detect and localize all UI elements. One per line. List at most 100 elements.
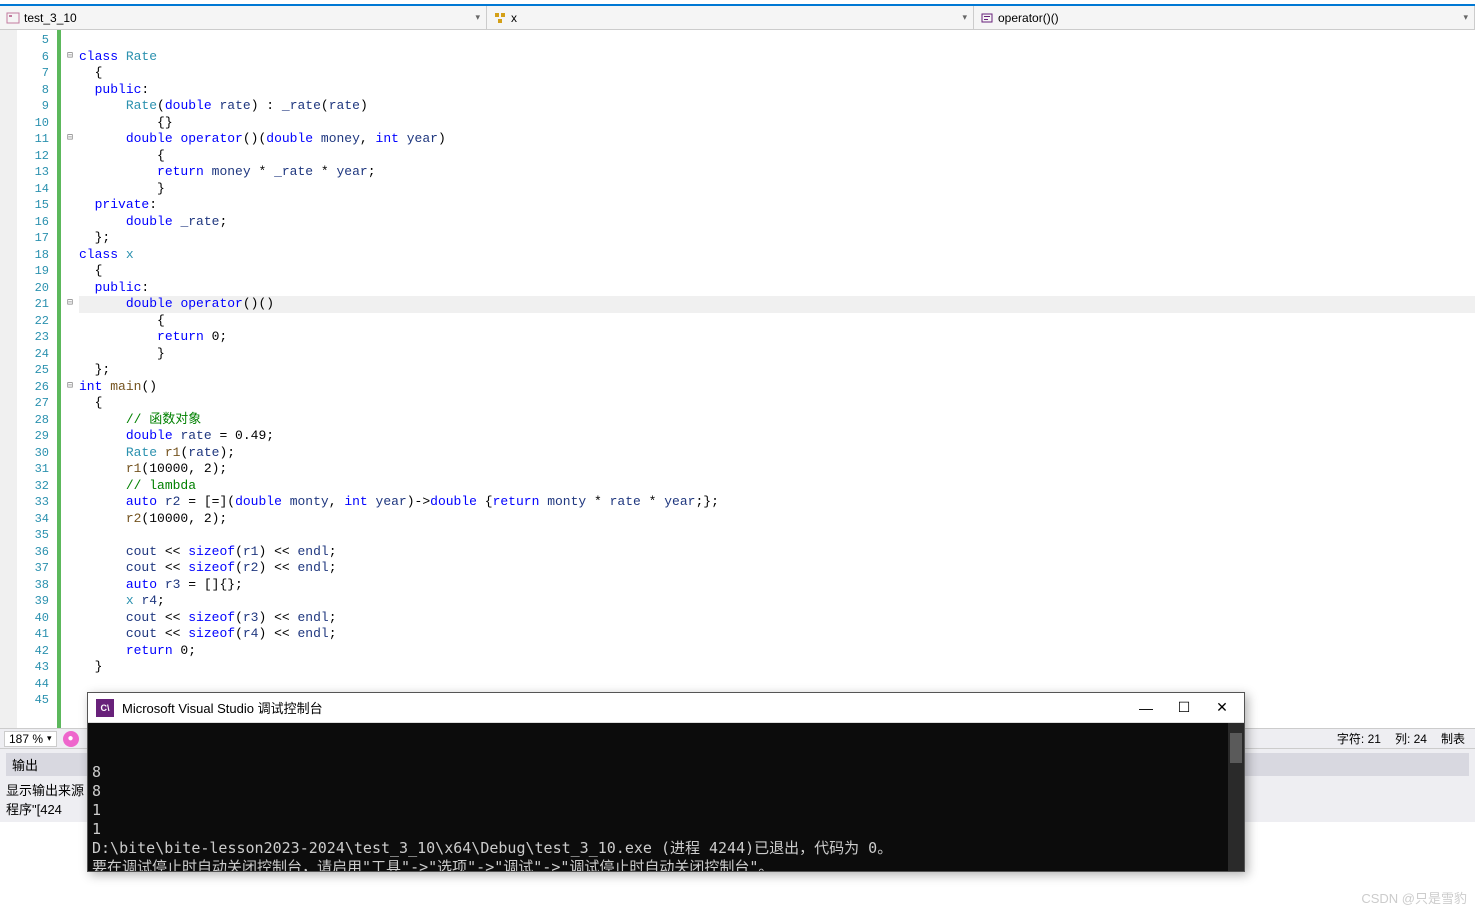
fold-toggle[interactable]: ⊟ bbox=[61, 296, 79, 313]
fold-toggle bbox=[61, 362, 79, 379]
project-icon bbox=[6, 11, 20, 25]
line-number: 35 bbox=[17, 527, 57, 544]
navigation-bar: test_3_10 ▾ x ▾ operator()() ▾ bbox=[0, 6, 1475, 30]
line-number: 23 bbox=[17, 329, 57, 346]
line-number: 32 bbox=[17, 478, 57, 495]
chevron-down-icon: ▾ bbox=[962, 12, 967, 23]
code-line[interactable] bbox=[79, 676, 1475, 693]
code-line[interactable]: }; bbox=[79, 362, 1475, 379]
zoom-selector[interactable]: 187 % ▾ bbox=[4, 731, 57, 747]
fold-toggle bbox=[61, 346, 79, 363]
debug-console-window: C\ Microsoft Visual Studio 调试控制台 — ☐ ✕ 8… bbox=[87, 692, 1245, 872]
console-scrollbar[interactable] bbox=[1228, 723, 1244, 871]
fold-toggle bbox=[61, 544, 79, 561]
code-line[interactable]: { bbox=[79, 263, 1475, 280]
code-line[interactable]: Rate r1(rate); bbox=[79, 445, 1475, 462]
maximize-button[interactable]: ☐ bbox=[1176, 700, 1192, 716]
method-selector[interactable]: operator()() ▾ bbox=[974, 6, 1475, 29]
line-number: 14 bbox=[17, 181, 57, 198]
line-number: 36 bbox=[17, 544, 57, 561]
issues-icon[interactable]: ● bbox=[63, 731, 79, 747]
code-line[interactable]: double operator()() bbox=[79, 296, 1475, 313]
code-line[interactable]: cout << sizeof(r1) << endl; bbox=[79, 544, 1475, 561]
console-titlebar[interactable]: C\ Microsoft Visual Studio 调试控制台 — ☐ ✕ bbox=[88, 693, 1244, 723]
console-line: 8 bbox=[92, 782, 1240, 801]
vs-icon: C\ bbox=[96, 699, 114, 717]
console-line: 1 bbox=[92, 820, 1240, 839]
fold-toggle bbox=[61, 197, 79, 214]
scrollbar-thumb[interactable] bbox=[1230, 733, 1242, 763]
line-number: 41 bbox=[17, 626, 57, 643]
line-number: 8 bbox=[17, 82, 57, 99]
fold-toggle bbox=[61, 494, 79, 511]
code-line[interactable]: } bbox=[79, 181, 1475, 198]
code-line[interactable]: { bbox=[79, 65, 1475, 82]
watermark: CSDN @只是雪豹 bbox=[1361, 888, 1467, 907]
code-line[interactable]: r1(10000, 2); bbox=[79, 461, 1475, 478]
fold-toggle bbox=[61, 461, 79, 478]
line-number: 6 bbox=[17, 49, 57, 66]
code-line[interactable]: private: bbox=[79, 197, 1475, 214]
line-number: 37 bbox=[17, 560, 57, 577]
code-line[interactable]: } bbox=[79, 346, 1475, 363]
code-line[interactable]: r2(10000, 2); bbox=[79, 511, 1475, 528]
code-line[interactable]: // 函数对象 bbox=[79, 412, 1475, 429]
code-line[interactable]: int main() bbox=[79, 379, 1475, 396]
code-line[interactable]: } bbox=[79, 659, 1475, 676]
code-line[interactable]: Rate(double rate) : _rate(rate) bbox=[79, 98, 1475, 115]
code-line[interactable]: public: bbox=[79, 280, 1475, 297]
fold-toggle bbox=[61, 395, 79, 412]
code-line[interactable]: return money * _rate * year; bbox=[79, 164, 1475, 181]
line-number: 26 bbox=[17, 379, 57, 396]
fold-toggle[interactable]: ⊟ bbox=[61, 49, 79, 66]
code-line[interactable]: double _rate; bbox=[79, 214, 1475, 231]
code-line[interactable]: class Rate bbox=[79, 49, 1475, 66]
code-line[interactable]: cout << sizeof(r4) << endl; bbox=[79, 626, 1475, 643]
line-number: 24 bbox=[17, 346, 57, 363]
code-line[interactable]: public: bbox=[79, 82, 1475, 99]
code-line[interactable]: auto r3 = []{}; bbox=[79, 577, 1475, 594]
fold-toggle bbox=[61, 280, 79, 297]
code-line[interactable]: cout << sizeof(r2) << endl; bbox=[79, 560, 1475, 577]
minimize-button[interactable]: — bbox=[1138, 700, 1154, 716]
code-line[interactable] bbox=[79, 32, 1475, 49]
close-button[interactable]: ✕ bbox=[1214, 700, 1230, 716]
console-output[interactable]: 8811D:\bite\bite-lesson2023-2024\test_3_… bbox=[88, 723, 1244, 871]
chevron-down-icon: ▾ bbox=[475, 12, 480, 23]
fold-toggle bbox=[61, 659, 79, 676]
code-line[interactable]: }; bbox=[79, 230, 1475, 247]
code-editor[interactable]: 5678910111213141516171819202122232425262… bbox=[0, 30, 1475, 730]
code-line[interactable]: double rate = 0.49; bbox=[79, 428, 1475, 445]
fold-toggle bbox=[61, 65, 79, 82]
code-line[interactable]: // lambda bbox=[79, 478, 1475, 495]
code-line[interactable]: cout << sizeof(r3) << endl; bbox=[79, 610, 1475, 627]
code-line[interactable]: return 0; bbox=[79, 643, 1475, 660]
class-selector[interactable]: x ▾ bbox=[487, 6, 974, 29]
line-number: 7 bbox=[17, 65, 57, 82]
fold-toggle bbox=[61, 263, 79, 280]
fold-toggle bbox=[61, 676, 79, 693]
class-icon bbox=[493, 11, 507, 25]
code-line[interactable]: x r4; bbox=[79, 593, 1475, 610]
code-line[interactable]: { bbox=[79, 395, 1475, 412]
fold-toggle bbox=[61, 98, 79, 115]
fold-toggle bbox=[61, 692, 79, 709]
code-line[interactable]: double operator()(double money, int year… bbox=[79, 131, 1475, 148]
fold-toggle bbox=[61, 445, 79, 462]
code-content[interactable]: class Rate { public: Rate(double rate) :… bbox=[79, 30, 1475, 730]
line-number: 25 bbox=[17, 362, 57, 379]
fold-toggle bbox=[61, 329, 79, 346]
code-line[interactable]: { bbox=[79, 313, 1475, 330]
fold-toggle[interactable]: ⊟ bbox=[61, 131, 79, 148]
scope-selector[interactable]: test_3_10 ▾ bbox=[0, 6, 487, 29]
line-number: 12 bbox=[17, 148, 57, 165]
code-line[interactable]: return 0; bbox=[79, 329, 1475, 346]
code-line[interactable]: { bbox=[79, 148, 1475, 165]
code-line[interactable]: {} bbox=[79, 115, 1475, 132]
code-line[interactable]: auto r2 = [=](double monty, int year)->d… bbox=[79, 494, 1475, 511]
code-line[interactable]: class x bbox=[79, 247, 1475, 264]
fold-column[interactable]: ⊟ ⊟ ⊟ ⊟ bbox=[61, 30, 79, 730]
line-number: 28 bbox=[17, 412, 57, 429]
fold-toggle[interactable]: ⊟ bbox=[61, 379, 79, 396]
code-line[interactable] bbox=[79, 527, 1475, 544]
